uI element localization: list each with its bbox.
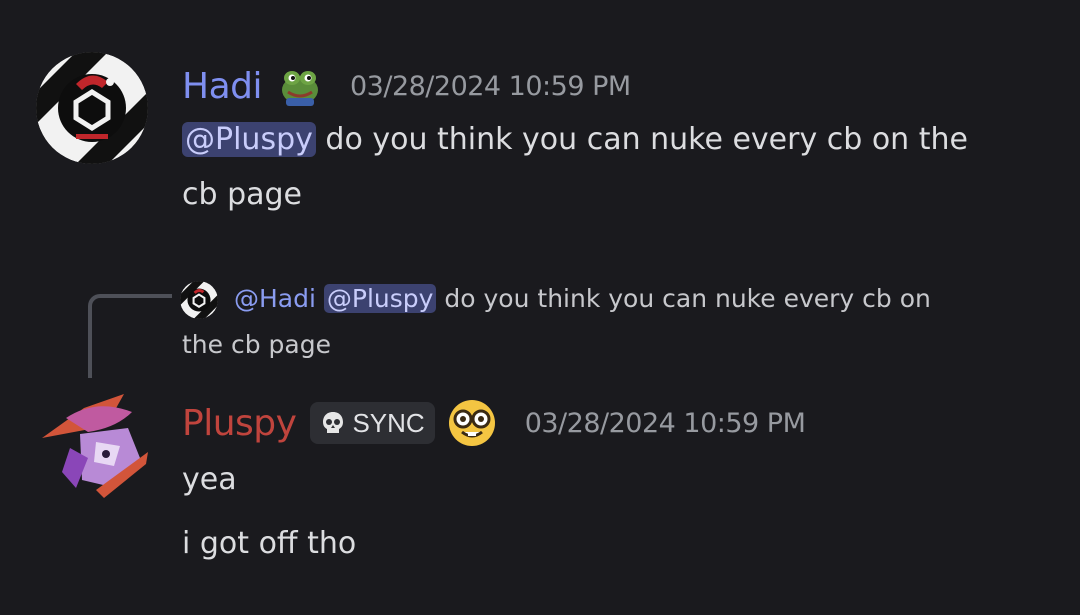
server-tag-label: SYNC — [352, 407, 425, 438]
reply-text-continued: the cb page — [182, 330, 331, 359]
reply-avatar — [180, 281, 218, 319]
message-body: @Pluspy do you think you can nuke every … — [182, 112, 968, 167]
reply-user-mention[interactable]: @Pluspy — [323, 284, 437, 313]
reply-text: do you think you can nuke every cb on — [436, 284, 931, 313]
user-mention[interactable]: @Pluspy — [182, 122, 316, 157]
reply-preview[interactable]: @Hadi @Pluspy do you think you can nuke … — [234, 276, 931, 322]
message-text-continued: cb page — [182, 177, 302, 212]
message-text: i got off tho — [182, 526, 357, 561]
frog-emoji-icon — [276, 64, 324, 108]
reply-author[interactable]: @Hadi — [234, 284, 316, 313]
message-text: do you think you can nuke every cb on th… — [315, 122, 968, 157]
timestamp: 03/28/2024 10:59 PM — [524, 407, 806, 439]
chat-view: Hadi 03/28/2024 10:59 PM @Pluspy do you … — [0, 0, 1080, 615]
pluspy-avatar[interactable] — [36, 388, 152, 504]
timestamp: 03/28/2024 10:59 PM — [349, 70, 631, 102]
message-header: Hadi 03/28/2024 10:59 PM — [182, 60, 631, 112]
reply-connector — [88, 294, 172, 378]
message-header: Pluspy SYNC 03/28/2024 10:59 PM — [182, 396, 806, 450]
nerd-face-emoji-icon — [447, 398, 497, 448]
hadi-avatar[interactable] — [36, 52, 148, 164]
username[interactable]: Hadi — [182, 66, 262, 107]
message-text: yea — [182, 462, 237, 497]
username[interactable]: Pluspy — [182, 403, 297, 444]
server-tag[interactable]: SYNC — [310, 402, 435, 444]
skull-icon — [320, 410, 346, 436]
